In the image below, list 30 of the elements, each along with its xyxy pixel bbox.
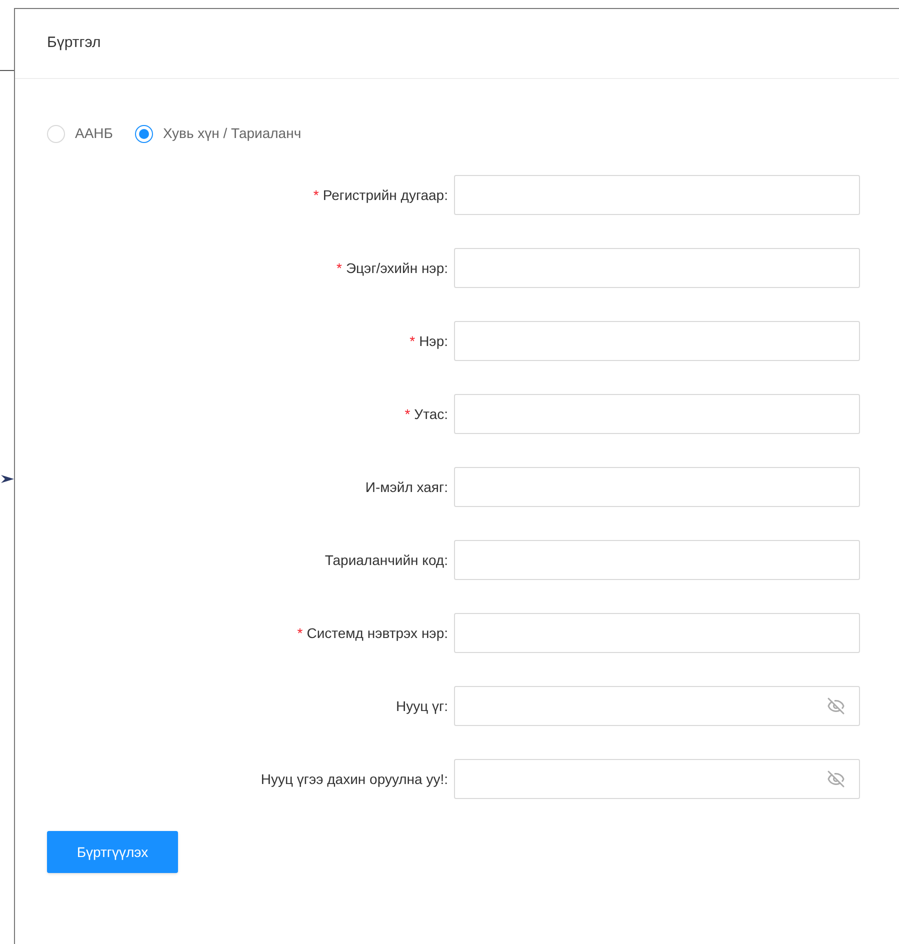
field-label: И-мэйл хаяг: bbox=[365, 478, 448, 496]
input-field[interactable] bbox=[454, 175, 860, 215]
required-asterisk: * bbox=[297, 624, 303, 642]
input-field[interactable] bbox=[454, 394, 860, 434]
password-field[interactable] bbox=[454, 759, 860, 799]
field-label: Нууц үг: bbox=[396, 696, 448, 716]
register-button[interactable]: Бүртгүүлэх bbox=[47, 831, 178, 873]
input-field[interactable] bbox=[454, 321, 860, 361]
input-field[interactable] bbox=[454, 467, 860, 507]
required-asterisk: * bbox=[313, 186, 319, 204]
arrow-icon bbox=[1, 473, 14, 485]
account-type-radio[interactable]: ААНБ bbox=[47, 123, 113, 144]
field-label: Системд нэвтрэх нэр: bbox=[306, 624, 448, 643]
account-type-radio[interactable]: Хувь хүн / Тариаланч bbox=[134, 123, 302, 144]
input-field[interactable] bbox=[454, 248, 860, 288]
hidden-eye-icon[interactable] bbox=[827, 697, 845, 715]
field-label: Тариаланчийн код: bbox=[324, 550, 448, 570]
field-label: Нэр: bbox=[419, 332, 448, 351]
field-label: Утас: bbox=[414, 404, 448, 424]
required-asterisk: * bbox=[336, 258, 342, 278]
dialog-title: Бүртгэл bbox=[47, 33, 101, 54]
field-label: Нууц үгээ дахин оруулна уу!: bbox=[260, 770, 448, 789]
field-label: Эцэг/эхийн нэр: bbox=[346, 258, 448, 278]
required-asterisk: * bbox=[404, 404, 410, 424]
field-label: Регистрийн дугаар: bbox=[322, 186, 448, 205]
password-field[interactable] bbox=[454, 686, 860, 726]
hidden-eye-icon[interactable] bbox=[827, 770, 845, 788]
required-asterisk: * bbox=[410, 332, 416, 350]
input-field[interactable] bbox=[454, 613, 860, 653]
input-field[interactable] bbox=[454, 540, 860, 580]
